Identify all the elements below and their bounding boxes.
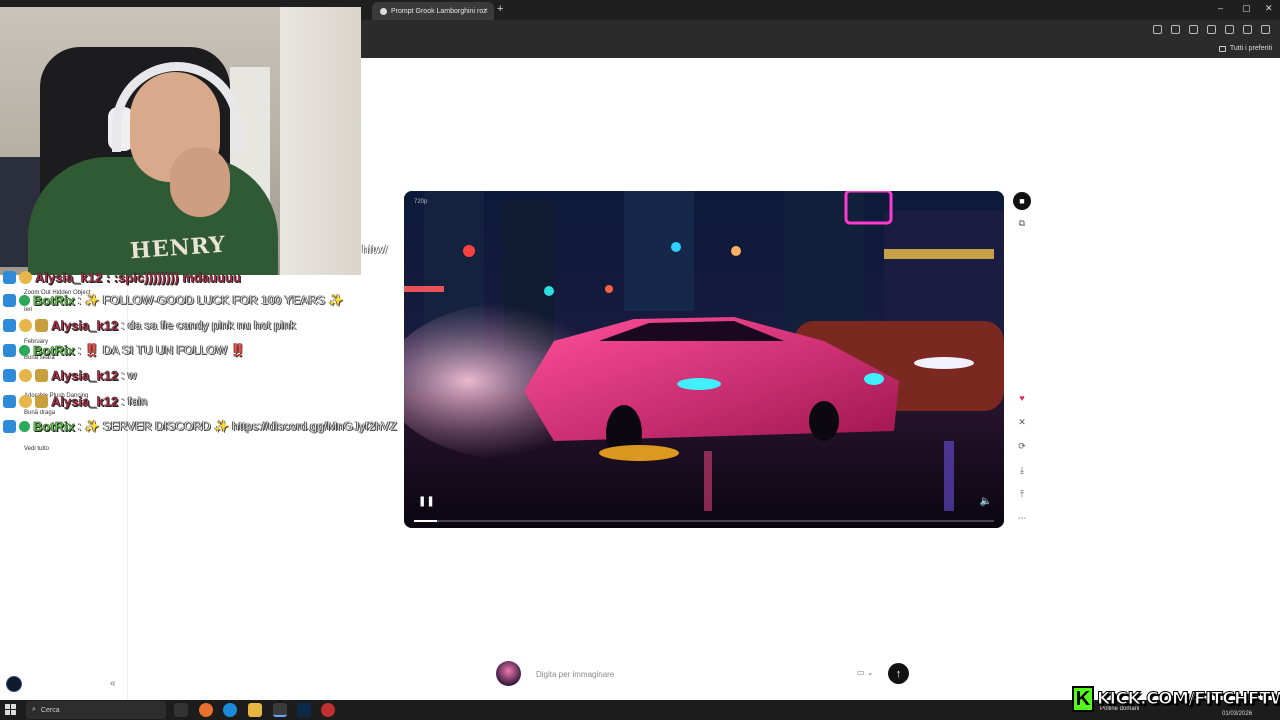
tab-prompt-grok[interactable]: Prompt Grook Lamborghini roz × — [372, 2, 494, 20]
folder-icon — [1218, 45, 1226, 52]
chat-message: Alysia_k12: fain — [3, 392, 147, 410]
chat-partial-text: Alysia_k12 : :spic)))))))) mdauuuu — [35, 269, 241, 285]
moderator-badge-icon — [3, 368, 16, 382]
tab-close-icon[interactable]: × — [483, 6, 488, 15]
moderator-badge-icon — [3, 293, 16, 307]
bookmark-star-icon[interactable] — [1189, 25, 1198, 34]
download-icon[interactable] — [1225, 25, 1234, 34]
chat-message: Alysia_k12: w — [3, 366, 137, 384]
chat-username[interactable]: Alysia_k12 — [51, 393, 119, 408]
chat-message: BotRix: ✨ FOLLOW-GOOD LUCK FOR 100 YEARS… — [3, 291, 344, 309]
taskbar-search-placeholder: Cerca — [40, 706, 60, 714]
collapse-sidebar-icon[interactable]: « — [110, 678, 116, 689]
moderator-badge-icon — [3, 394, 16, 408]
moderator-badge-icon — [3, 318, 16, 332]
video-progress-fill — [414, 520, 438, 522]
obs-icon[interactable] — [321, 703, 335, 717]
gift-badge-icon — [35, 368, 48, 382]
moderator-badge-icon — [3, 270, 16, 284]
verified-check-icon — [19, 420, 30, 432]
gift-badge-icon — [35, 394, 48, 408]
task-view-icon[interactable] — [174, 703, 188, 717]
video-progress-bar[interactable] — [414, 520, 994, 522]
webcam-overlay: HENRY — [0, 7, 361, 275]
chat-text: : ‼️ DA SI TU UN FOLLOW ‼️ — [77, 343, 246, 357]
windows-start-icon[interactable] — [5, 704, 16, 715]
edit-image-icon[interactable]: ⧉ — [1013, 214, 1031, 232]
maximize-button[interactable]: ▢ — [1242, 3, 1251, 14]
chrome-icon[interactable] — [273, 703, 287, 717]
taskbar-search[interactable]: ⌕ Cerca — [26, 701, 166, 719]
chat-username[interactable]: BotRix — [33, 292, 75, 307]
moderator-badge-icon — [3, 419, 16, 433]
webcam-hand — [170, 147, 230, 217]
chat-text: : ✨ SERVER DISCORD ✨ https://discord.gg/… — [77, 419, 397, 433]
regenerate-icon[interactable]: ⟳ — [1013, 437, 1031, 455]
menu-icon[interactable] — [1261, 25, 1270, 34]
chat-text: : ✨ FOLLOW-GOOD LUCK FOR 100 YEARS ✨ — [77, 293, 344, 307]
download-video-icon[interactable]: ⤓ — [1013, 461, 1031, 479]
chat-fragment: hftw/ — [362, 242, 388, 256]
moderator-badge-icon — [3, 343, 16, 357]
chat-username[interactable]: Alysia_k12 — [51, 317, 119, 332]
screen: Prompt Grook Lamborghini roz × + – ▢ ✕ T… — [0, 0, 1280, 720]
generated-video[interactable]: 720p ❚❚ 🔈 — [404, 191, 1004, 528]
kick-watermark: K KICK.COM/FITCHFTW — [1072, 685, 1280, 713]
share-icon[interactable]: ⤒ — [1013, 485, 1031, 503]
chat-partial-row: Alysia_k12 : :spic)))))))) mdauuuu — [3, 268, 241, 286]
photoshop-icon[interactable] — [297, 703, 311, 717]
cast-icon[interactable] — [1171, 25, 1180, 34]
sub-badge-icon — [19, 368, 32, 382]
video-mode-icon[interactable]: ■ — [1013, 192, 1031, 210]
verified-check-icon — [19, 294, 30, 306]
chat-text: : da sa fie candy pink nu hot pink — [121, 318, 297, 332]
chat-text: : w — [121, 368, 137, 382]
chat-username[interactable]: BotRix — [33, 418, 75, 433]
verified-check-icon — [19, 344, 30, 356]
toolbar-icons — [1153, 25, 1270, 34]
close-window-button[interactable]: ✕ — [1265, 3, 1273, 14]
tab-favicon-icon — [380, 7, 387, 15]
chat-username[interactable]: Alysia_k12 — [51, 367, 119, 382]
chat-text: : fain — [121, 394, 148, 408]
sidebar-history-item[interactable]: Vedi tutto — [24, 446, 49, 452]
new-tab-button[interactable]: + — [497, 3, 503, 15]
search-icon: ⌕ — [32, 706, 36, 713]
prompt-input[interactable]: Digita per immaginare — [528, 662, 878, 686]
all-bookmarks-label: Tutti i preferiti — [1229, 45, 1272, 52]
firefox-icon[interactable] — [199, 703, 213, 717]
chat-message: Alysia_k12: da sa fie candy pink nu hot … — [3, 316, 296, 334]
account-avatar[interactable] — [6, 676, 22, 692]
lamborghini-video-frame — [404, 191, 1004, 528]
chat-username[interactable]: BotRix — [33, 342, 75, 357]
sub-badge-icon — [19, 394, 32, 408]
gift-badge-icon — [35, 318, 48, 332]
user-avatar[interactable] — [496, 661, 521, 686]
quality-label: 720p — [414, 199, 428, 205]
file-explorer-icon[interactable] — [248, 703, 262, 717]
like-icon[interactable]: ♥ — [1013, 389, 1031, 407]
extensions-icon[interactable] — [1207, 25, 1216, 34]
minimize-button[interactable]: – — [1218, 3, 1223, 13]
all-bookmarks-button[interactable]: Tutti i preferiti — [1218, 45, 1272, 52]
kick-logo-icon: K — [1072, 686, 1094, 712]
sidebar-history-item[interactable]: Bună draga — [24, 410, 55, 416]
video-mode-selector[interactable]: ▭ ⌄ — [857, 668, 873, 677]
chat-message: BotRix: ‼️ DA SI TU UN FOLLOW ‼️ — [3, 341, 246, 359]
chat-message: BotRix: ✨ SERVER DISCORD ✨ https://disco… — [3, 417, 397, 435]
tab-title: Prompt Grook Lamborghini roz — [391, 7, 487, 15]
sub-badge-icon — [19, 270, 32, 284]
send-button[interactable]: ↑ — [888, 663, 909, 684]
translate-icon[interactable] — [1153, 25, 1162, 34]
pause-icon[interactable]: ❚❚ — [418, 496, 435, 507]
webcam-window — [280, 7, 361, 275]
sub-badge-icon — [19, 318, 32, 332]
kick-url: KICK.COM/FITCHFTW — [1096, 689, 1280, 710]
more-options-icon[interactable]: ⋯ — [1013, 509, 1031, 527]
volume-icon[interactable]: 🔈 — [980, 496, 992, 507]
dislike-x-icon[interactable]: ✕ — [1013, 413, 1031, 431]
profile-icon[interactable] — [1243, 25, 1252, 34]
edge-icon[interactable] — [223, 703, 237, 717]
